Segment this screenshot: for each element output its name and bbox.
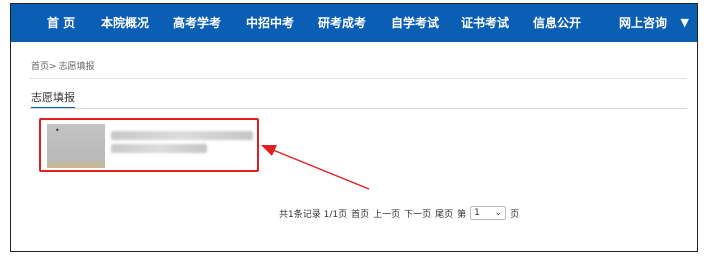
pager-next-link[interactable]: 下一页	[404, 207, 431, 220]
pager-first-link[interactable]: 首页	[351, 207, 369, 220]
pager-last-link[interactable]: 尾页	[435, 207, 453, 220]
chevron-down-icon: ⌄	[494, 208, 503, 218]
pagination: 共1条记录 1/1页 首页 上一页 下一页 尾页 第 1 ⌄ 页	[279, 206, 519, 220]
pager-page-suffix: 页	[510, 209, 520, 220]
pager-page-prefix: 第	[457, 209, 467, 220]
page-select[interactable]: 1 ⌄	[470, 206, 507, 220]
page-select-value: 1	[474, 208, 480, 218]
pager-prev-link[interactable]: 上一页	[373, 207, 400, 220]
page-frame: 首 页 本院概况 高考学考 中招中考 研考成考 自学考试 证书考试 信息公开 网…	[10, 3, 698, 252]
pager-summary: 共1条记录 1/1页	[279, 209, 348, 220]
